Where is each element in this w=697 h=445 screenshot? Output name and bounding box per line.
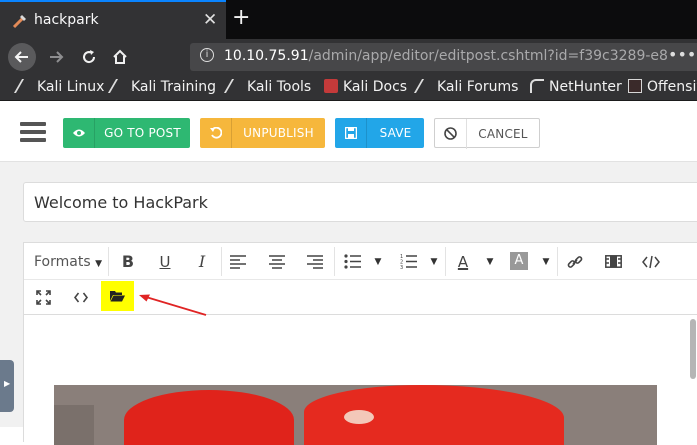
- bookmark-label: Kali Docs: [343, 79, 408, 95]
- undo-icon: [200, 118, 232, 148]
- align-center-icon[interactable]: [269, 255, 285, 269]
- browser-tab[interactable]: hackpark ✕: [0, 0, 226, 39]
- unpublish-button[interactable]: UNPUBLISH: [200, 118, 325, 148]
- align-left-icon[interactable]: [230, 255, 246, 269]
- hamburger-menu-icon[interactable]: [20, 122, 46, 142]
- ban-icon: [435, 119, 467, 149]
- underline-icon[interactable]: U: [153, 247, 177, 277]
- page-content: GO TO POST UNPUBLISH SAVE CANCEL Welcome…: [0, 102, 697, 445]
- chevron-right-icon: ▶: [4, 379, 11, 388]
- file-manager-button[interactable]: [101, 281, 134, 311]
- back-button[interactable]: [8, 43, 36, 71]
- annotation-arrow-icon: [139, 294, 207, 316]
- tab-favicon-icon: [12, 15, 26, 29]
- svg-text:3: 3: [400, 265, 403, 269]
- bookmark-label: Kali Tools: [247, 79, 312, 95]
- bookmark-kali-linux[interactable]: Kali Linux: [13, 79, 105, 95]
- bookmark-kali-training[interactable]: Kali Training: [107, 79, 216, 95]
- editor-content-area[interactable]: [24, 315, 697, 445]
- chevron-down-icon[interactable]: ▼: [373, 247, 383, 277]
- go-to-post-button[interactable]: GO TO POST: [63, 118, 190, 148]
- bullet-list-icon[interactable]: [344, 254, 361, 269]
- bookmark-label: Kali Forums: [437, 79, 519, 95]
- url-host: 10.10.75.91: [224, 48, 309, 64]
- bookmark-kali-forums[interactable]: Kali Forums: [413, 79, 519, 95]
- tab-title: hackpark: [34, 12, 99, 28]
- new-tab-button[interactable]: +: [232, 5, 250, 30]
- bookmark-label: Offensiv: [647, 79, 697, 95]
- post-image: [54, 385, 657, 445]
- url-text: 10.10.75.91/admin/app/editor/editpost.cs…: [224, 48, 668, 64]
- arrow-left-icon: [14, 51, 28, 63]
- save-button[interactable]: SAVE: [335, 118, 424, 148]
- fullscreen-icon[interactable]: [36, 290, 51, 305]
- unpublish-label: UNPUBLISH: [243, 126, 314, 140]
- side-panel-toggle[interactable]: ▶: [0, 360, 14, 412]
- bookmark-label: NetHunter: [549, 79, 622, 95]
- source-code-icon[interactable]: [74, 292, 88, 303]
- save-label: SAVE: [379, 126, 412, 140]
- kali-dragon-icon: [413, 79, 437, 93]
- kali-dragon-icon: [223, 79, 247, 93]
- chevron-down-icon: ▼: [95, 259, 103, 269]
- bookmark-kali-tools[interactable]: Kali Tools: [223, 79, 312, 95]
- bookmarks-bar: Kali Linux Kali Training Kali Tools Kali…: [0, 75, 697, 101]
- forward-button[interactable]: [42, 43, 70, 71]
- chevron-down-icon[interactable]: ▼: [485, 247, 495, 277]
- bookmark-label: Kali Linux: [37, 79, 105, 95]
- kali-dragon-icon: [107, 79, 131, 93]
- go-to-post-label: GO TO POST: [104, 126, 181, 140]
- eye-icon: [63, 118, 95, 148]
- docs-icon: [324, 79, 338, 93]
- tab-bar: hackpark ✕ +: [0, 0, 697, 39]
- floppy-disk-icon: [335, 118, 367, 148]
- offensive-security-icon: [628, 79, 642, 93]
- cancel-label: CANCEL: [478, 127, 528, 141]
- text-color-icon[interactable]: A: [454, 247, 472, 277]
- folder-open-icon: [110, 291, 125, 302]
- bookmark-offensive[interactable]: Offensiv: [628, 79, 697, 95]
- link-icon[interactable]: [567, 254, 583, 270]
- tab-close-button[interactable]: ✕: [203, 10, 217, 30]
- code-icon[interactable]: [642, 255, 660, 269]
- editor-top-bar: GO TO POST UNPUBLISH SAVE CANCEL: [0, 102, 697, 162]
- bookmark-label: Kali Training: [131, 79, 216, 95]
- formats-label: Formats: [34, 254, 91, 270]
- background-color-icon[interactable]: A: [510, 252, 528, 270]
- home-icon: [113, 49, 127, 64]
- reload-button[interactable]: [75, 43, 103, 71]
- italic-icon[interactable]: I: [190, 247, 214, 277]
- arrow-right-icon: [50, 51, 64, 63]
- kali-dragon-icon: [13, 79, 37, 93]
- chevron-down-icon[interactable]: ▼: [541, 247, 551, 277]
- address-bar[interactable]: i 10.10.75.91/admin/app/editor/editpost.…: [190, 43, 697, 71]
- home-button[interactable]: [106, 43, 134, 71]
- info-icon[interactable]: i: [200, 48, 214, 62]
- rich-text-editor: Formats ▼ B U I ▼ 123 ▼ A ▼ A ▼: [23, 242, 697, 445]
- cancel-button[interactable]: CANCEL: [434, 118, 540, 149]
- reload-icon: [83, 50, 96, 64]
- page-actions-button[interactable]: •••: [668, 45, 696, 64]
- post-title-input[interactable]: Welcome to HackPark: [23, 182, 697, 222]
- media-icon[interactable]: [605, 255, 622, 268]
- bookmark-kali-docs[interactable]: Kali Docs: [324, 79, 407, 95]
- bookmark-nethunter[interactable]: NetHunter: [530, 79, 622, 95]
- content-scrollbar[interactable]: [690, 319, 696, 379]
- nethunter-icon: [530, 79, 544, 93]
- editor-toolbar-row-1: Formats ▼ B U I ▼ 123 ▼ A ▼ A ▼: [24, 243, 697, 280]
- align-right-icon[interactable]: [307, 255, 323, 269]
- url-path: /admin/app/editor/editpost.cshtml?id=f39…: [308, 48, 668, 64]
- formats-dropdown[interactable]: Formats ▼: [34, 247, 102, 277]
- navigation-bar: i 10.10.75.91/admin/app/editor/editpost.…: [0, 39, 697, 75]
- bold-icon[interactable]: B: [116, 247, 140, 277]
- chevron-down-icon[interactable]: ▼: [429, 247, 439, 277]
- numbered-list-icon[interactable]: 123: [400, 253, 417, 269]
